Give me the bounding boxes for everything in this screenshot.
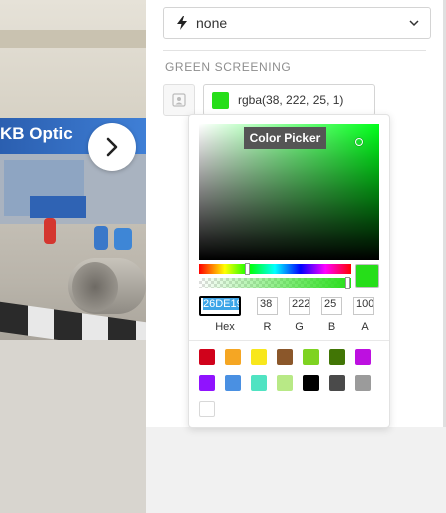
preset-swatch[interactable] — [199, 349, 215, 365]
hue-slider[interactable] — [199, 264, 351, 274]
preset-swatch[interactable] — [251, 349, 267, 365]
saturation-handle[interactable] — [355, 138, 363, 146]
red-input[interactable]: 38 — [257, 297, 278, 315]
concrete-pipe-opening — [72, 262, 118, 312]
green-label: G — [295, 321, 304, 333]
preset-swatch[interactable] — [303, 349, 319, 365]
section-title: GREEN SCREENING — [165, 60, 292, 74]
preset-swatch[interactable] — [251, 375, 267, 391]
alpha-slider[interactable] — [199, 278, 351, 288]
next-slide-button[interactable] — [88, 123, 136, 171]
preset-swatch[interactable] — [199, 375, 215, 391]
building-band — [0, 30, 146, 48]
alpha-label: A — [361, 321, 369, 333]
color-value-text: rgba(38, 222, 25, 1) — [238, 93, 344, 107]
lightning-icon — [176, 16, 188, 30]
preset-swatch[interactable] — [199, 401, 215, 417]
portrait-icon — [172, 93, 186, 107]
preset-swatch[interactable] — [225, 375, 241, 391]
person — [44, 218, 56, 244]
preset-swatch[interactable] — [277, 375, 293, 391]
green-input[interactable]: 222 — [289, 297, 310, 315]
arrow-sign — [30, 196, 86, 218]
preset-swatch[interactable] — [225, 349, 241, 365]
preset-swatch[interactable] — [355, 349, 371, 365]
preset-swatch[interactable] — [277, 349, 293, 365]
person — [94, 226, 108, 250]
video-preview-image: KB Optic — [0, 0, 146, 513]
person — [114, 228, 132, 250]
effect-select-value: none — [196, 15, 228, 31]
preset-swatch[interactable] — [329, 375, 345, 391]
preset-divider — [189, 340, 389, 341]
chevron-down-icon — [409, 20, 419, 27]
hex-input[interactable]: 26DE19 — [199, 296, 241, 316]
chevron-right-icon — [106, 137, 118, 157]
color-swatch — [212, 91, 229, 109]
preset-swatch[interactable] — [329, 349, 345, 365]
hex-input-value: 26DE19 — [203, 298, 241, 310]
alpha-slider-handle[interactable] — [345, 277, 350, 289]
shop-sign-text: KB Optic — [0, 124, 73, 143]
blue-input[interactable]: 25 — [321, 297, 342, 315]
road — [0, 340, 146, 513]
color-preview — [355, 264, 379, 288]
blue-label: B — [327, 321, 336, 333]
green-screen-color-field[interactable]: rgba(38, 222, 25, 1) — [203, 84, 375, 116]
eyedropper-button[interactable] — [163, 84, 195, 116]
alpha-input[interactable]: 100 — [353, 297, 374, 315]
hex-label: Hex — [215, 321, 235, 333]
hue-slider-handle[interactable] — [245, 263, 250, 275]
preset-swatch[interactable] — [303, 375, 319, 391]
section-divider — [163, 50, 426, 51]
red-label: R — [263, 321, 272, 333]
color-picker-tooltip: Color Picker — [244, 127, 326, 149]
panel-footer-area — [146, 427, 446, 513]
building — [0, 0, 146, 130]
preset-swatch[interactable] — [355, 375, 371, 391]
effect-select[interactable]: none — [163, 7, 431, 39]
